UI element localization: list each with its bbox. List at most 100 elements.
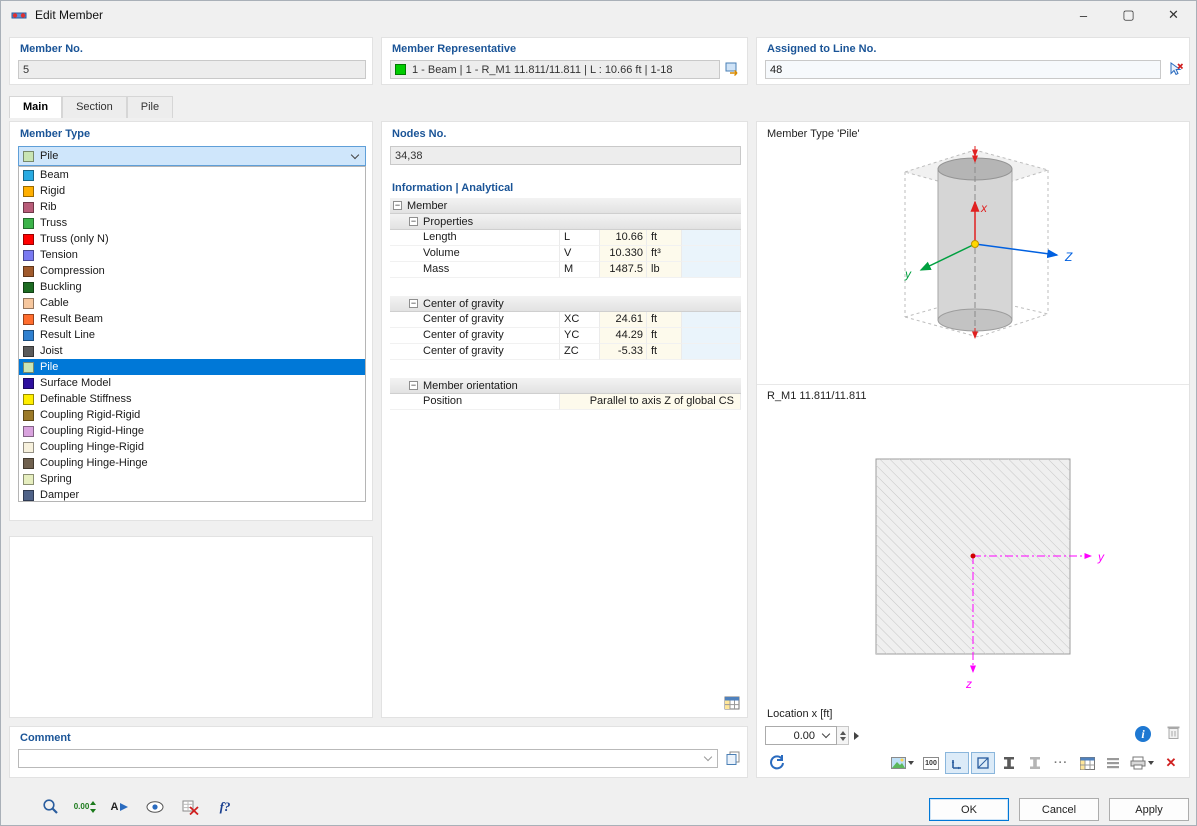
tree-group-row[interactable]: −Member orientation [390, 378, 741, 394]
info-button[interactable]: i [1135, 726, 1151, 742]
member-type-option[interactable]: Compression [19, 263, 365, 279]
member-type-option[interactable]: Surface Model [19, 375, 365, 391]
close-preview-button[interactable]: ✕ [1159, 752, 1183, 774]
assigned-line-label: Assigned to Line No. [767, 43, 876, 55]
view-in-plane-icon [976, 756, 990, 770]
member-no-field[interactable]: 5 [18, 60, 366, 79]
show-in-graphic-button[interactable] [142, 795, 168, 818]
section-view[interactable]: y z [765, 404, 1183, 700]
member-type-option[interactable]: Rigid [19, 183, 365, 199]
location-x-combobox[interactable]: 0.00 [765, 726, 837, 745]
type-color-swatch [23, 410, 34, 421]
sync-view-button[interactable] [765, 752, 789, 774]
member-type-option[interactable]: Coupling Rigid-Hinge [19, 423, 365, 439]
view-isometric-icon [950, 756, 964, 770]
collapse-icon[interactable]: − [409, 217, 418, 226]
nodes-info-group: Nodes No. 34,38 Information | Analytical… [381, 121, 748, 718]
comment-combobox[interactable] [18, 749, 718, 768]
select-lines-button[interactable] [1165, 58, 1187, 80]
member-type-option[interactable]: Truss [19, 215, 365, 231]
member-type-option[interactable]: Pile [19, 359, 365, 375]
tab-section[interactable]: Section [62, 96, 127, 118]
section-back-button[interactable] [1023, 752, 1047, 774]
member-type-option[interactable]: Definable Stiffness [19, 391, 365, 407]
view-in-plane-button[interactable] [971, 752, 995, 774]
assigned-line-field[interactable]: 48 [765, 60, 1161, 79]
minimize-icon[interactable]: – [1061, 1, 1106, 29]
result-table-button[interactable] [1075, 752, 1099, 774]
view-isometric-button[interactable] [945, 752, 969, 774]
member-type-option[interactable]: Truss (only N) [19, 231, 365, 247]
delete-member-icon [182, 799, 199, 815]
type-label: Rib [40, 201, 57, 213]
member-type-option[interactable]: Cable [19, 295, 365, 311]
list-view-button[interactable] [1101, 752, 1125, 774]
preview-divider [757, 384, 1189, 385]
member-type-option[interactable]: Buckling [19, 279, 365, 295]
type-label: Pile [40, 361, 58, 373]
collapse-icon[interactable]: − [393, 201, 402, 210]
member-type-option[interactable]: Rib [19, 199, 365, 215]
type-color-swatch [23, 234, 34, 245]
nodes-no-field[interactable]: 34,38 [390, 146, 741, 165]
member-type-option[interactable]: Coupling Rigid-Rigid [19, 407, 365, 423]
member-type-option[interactable]: Coupling Hinge-Rigid [19, 439, 365, 455]
member-type-option[interactable]: Coupling Hinge-Hinge [19, 455, 365, 471]
section-front-icon [1003, 756, 1015, 770]
tab-main[interactable]: Main [9, 96, 62, 118]
rename-button[interactable]: A [107, 795, 133, 818]
tab-bar: MainSectionPile [9, 96, 173, 118]
location-step-forward-icon[interactable] [854, 732, 859, 740]
apply-button[interactable]: Apply [1109, 798, 1189, 821]
member-type-combobox[interactable]: Pile [18, 146, 366, 166]
member-no-label: Member No. [20, 43, 83, 55]
units-decimal-places-button[interactable]: 0.00 [72, 795, 98, 818]
type-label: Damper [40, 489, 79, 501]
collapse-icon[interactable]: − [409, 381, 418, 390]
member-type-option[interactable]: Result Beam [19, 311, 365, 327]
copy-comment-button[interactable] [722, 747, 744, 769]
title-bar[interactable]: Edit Member – ▢ ✕ [1, 1, 1196, 29]
cancel-button[interactable]: Cancel [1019, 798, 1099, 821]
edit-representative-button[interactable] [722, 58, 744, 80]
type-label: Coupling Hinge-Rigid [40, 441, 144, 453]
copy-icon [726, 751, 740, 765]
print-button[interactable] [1127, 752, 1157, 774]
member-type-option[interactable]: Damper [19, 487, 365, 502]
open-table-button[interactable] [721, 692, 743, 714]
close-icon[interactable]: ✕ [1151, 1, 1196, 29]
member-type-option[interactable]: Spring [19, 471, 365, 487]
rendering-mode-button[interactable] [888, 752, 917, 774]
member-type-option[interactable]: Tension [19, 247, 365, 263]
more-options-button[interactable]: ··· [1049, 752, 1073, 774]
print-icon [1130, 756, 1146, 770]
formula-button[interactable]: f? [212, 795, 238, 818]
tree-value-row: VolumeV10.330ft³ [390, 246, 741, 262]
member-type-option[interactable]: Beam [19, 167, 365, 183]
type-label: Joist [40, 345, 63, 357]
tab-pile[interactable]: Pile [127, 96, 173, 118]
tree-group-row[interactable]: −Properties [390, 214, 741, 230]
member-type-option[interactable]: Joist [19, 343, 365, 359]
more-options-icon: ··· [1054, 757, 1068, 769]
member-representative-field[interactable]: 1 - Beam | 1 - R_M1 11.811/11.811 | L : … [390, 60, 720, 79]
location-x-stepper[interactable] [837, 726, 849, 745]
tree-group-row[interactable]: −Member [390, 198, 741, 214]
type-color-swatch [23, 314, 34, 325]
type-label: Coupling Rigid-Hinge [40, 425, 144, 437]
window-title: Edit Member [35, 8, 103, 22]
ok-button[interactable]: OK [929, 798, 1009, 821]
delete-member-button[interactable] [177, 795, 203, 818]
section-front-button[interactable] [997, 752, 1021, 774]
axis-z-label: Z [1064, 250, 1073, 264]
delete-location-button[interactable] [1166, 724, 1181, 743]
type-color-swatch [23, 250, 34, 261]
collapse-icon[interactable]: − [409, 299, 418, 308]
member-3d-view[interactable]: x y Z [765, 142, 1183, 382]
zoom-to-member-button[interactable] [37, 795, 63, 818]
member-type-option[interactable]: Result Line [19, 327, 365, 343]
maximize-icon[interactable]: ▢ [1106, 1, 1151, 29]
zoom-100-button[interactable]: 100 [919, 752, 943, 774]
tree-group-row[interactable]: −Center of gravity [390, 296, 741, 312]
caret-down-icon [908, 761, 914, 765]
